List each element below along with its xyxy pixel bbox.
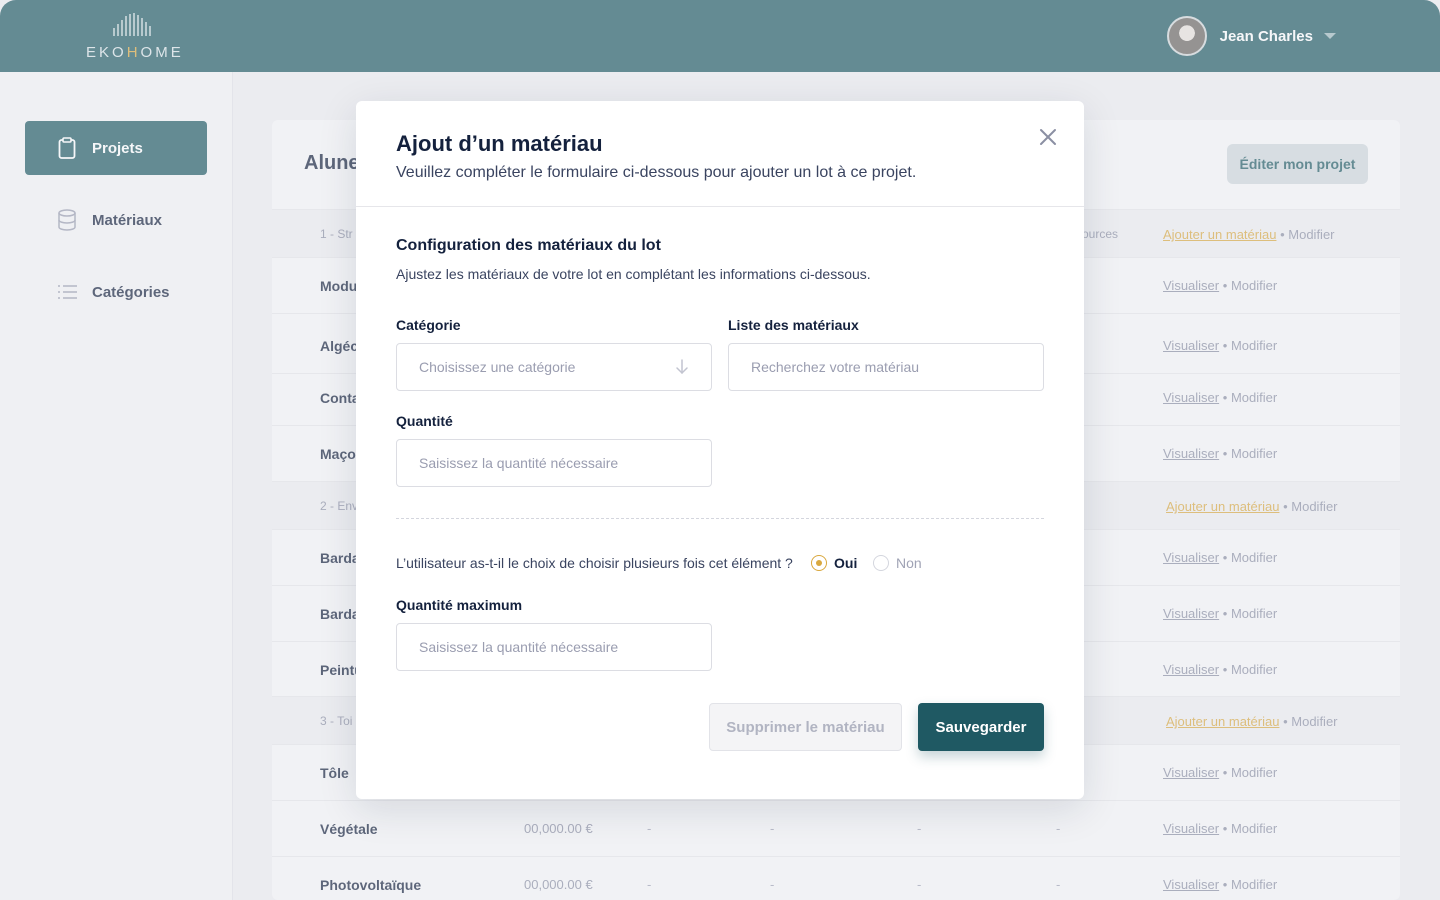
close-icon[interactable] xyxy=(1038,127,1058,147)
radio-dot xyxy=(811,555,827,571)
material-search-input[interactable] xyxy=(728,343,1044,391)
section-subtitle: Ajustez les matériaux de votre lot en co… xyxy=(396,266,871,282)
add-material-modal: Ajout d’un matériau Veuillez compléter l… xyxy=(356,101,1084,799)
radio-no[interactable]: Non xyxy=(873,555,922,571)
modal-header: Ajout d’un matériau Veuillez compléter l… xyxy=(356,101,1084,207)
radio-yes-label: Oui xyxy=(834,555,858,571)
max-quantity-input[interactable] xyxy=(396,623,712,671)
delete-material-button[interactable]: Supprimer le matériau xyxy=(709,703,902,751)
dashed-divider xyxy=(396,518,1044,519)
max-quantity-label: Quantité maximum xyxy=(396,597,523,613)
quantity-label: Quantité xyxy=(396,413,453,429)
radio-no-label: Non xyxy=(896,555,922,571)
category-label: Catégorie xyxy=(396,317,461,333)
modal-title: Ajout d’un matériau xyxy=(396,131,603,156)
category-select-value: Choisissez une catégorie xyxy=(419,359,576,375)
quantity-input[interactable] xyxy=(396,439,712,487)
radio-dot xyxy=(873,555,889,571)
category-select[interactable]: Choisissez une catégorie xyxy=(396,343,712,391)
section-title: Configuration des matériaux du lot xyxy=(396,237,661,254)
modal-subtitle: Veuillez compléter le formulaire ci-dess… xyxy=(396,164,917,181)
radio-yes[interactable]: Oui xyxy=(811,555,857,571)
save-button[interactable]: Sauvegarder xyxy=(918,703,1044,751)
arrow-down-icon xyxy=(676,359,688,375)
materials-label: Liste des matériaux xyxy=(728,317,859,333)
multiple-choice-question: L’utilisateur as-t-il le choix de choisi… xyxy=(396,555,793,571)
